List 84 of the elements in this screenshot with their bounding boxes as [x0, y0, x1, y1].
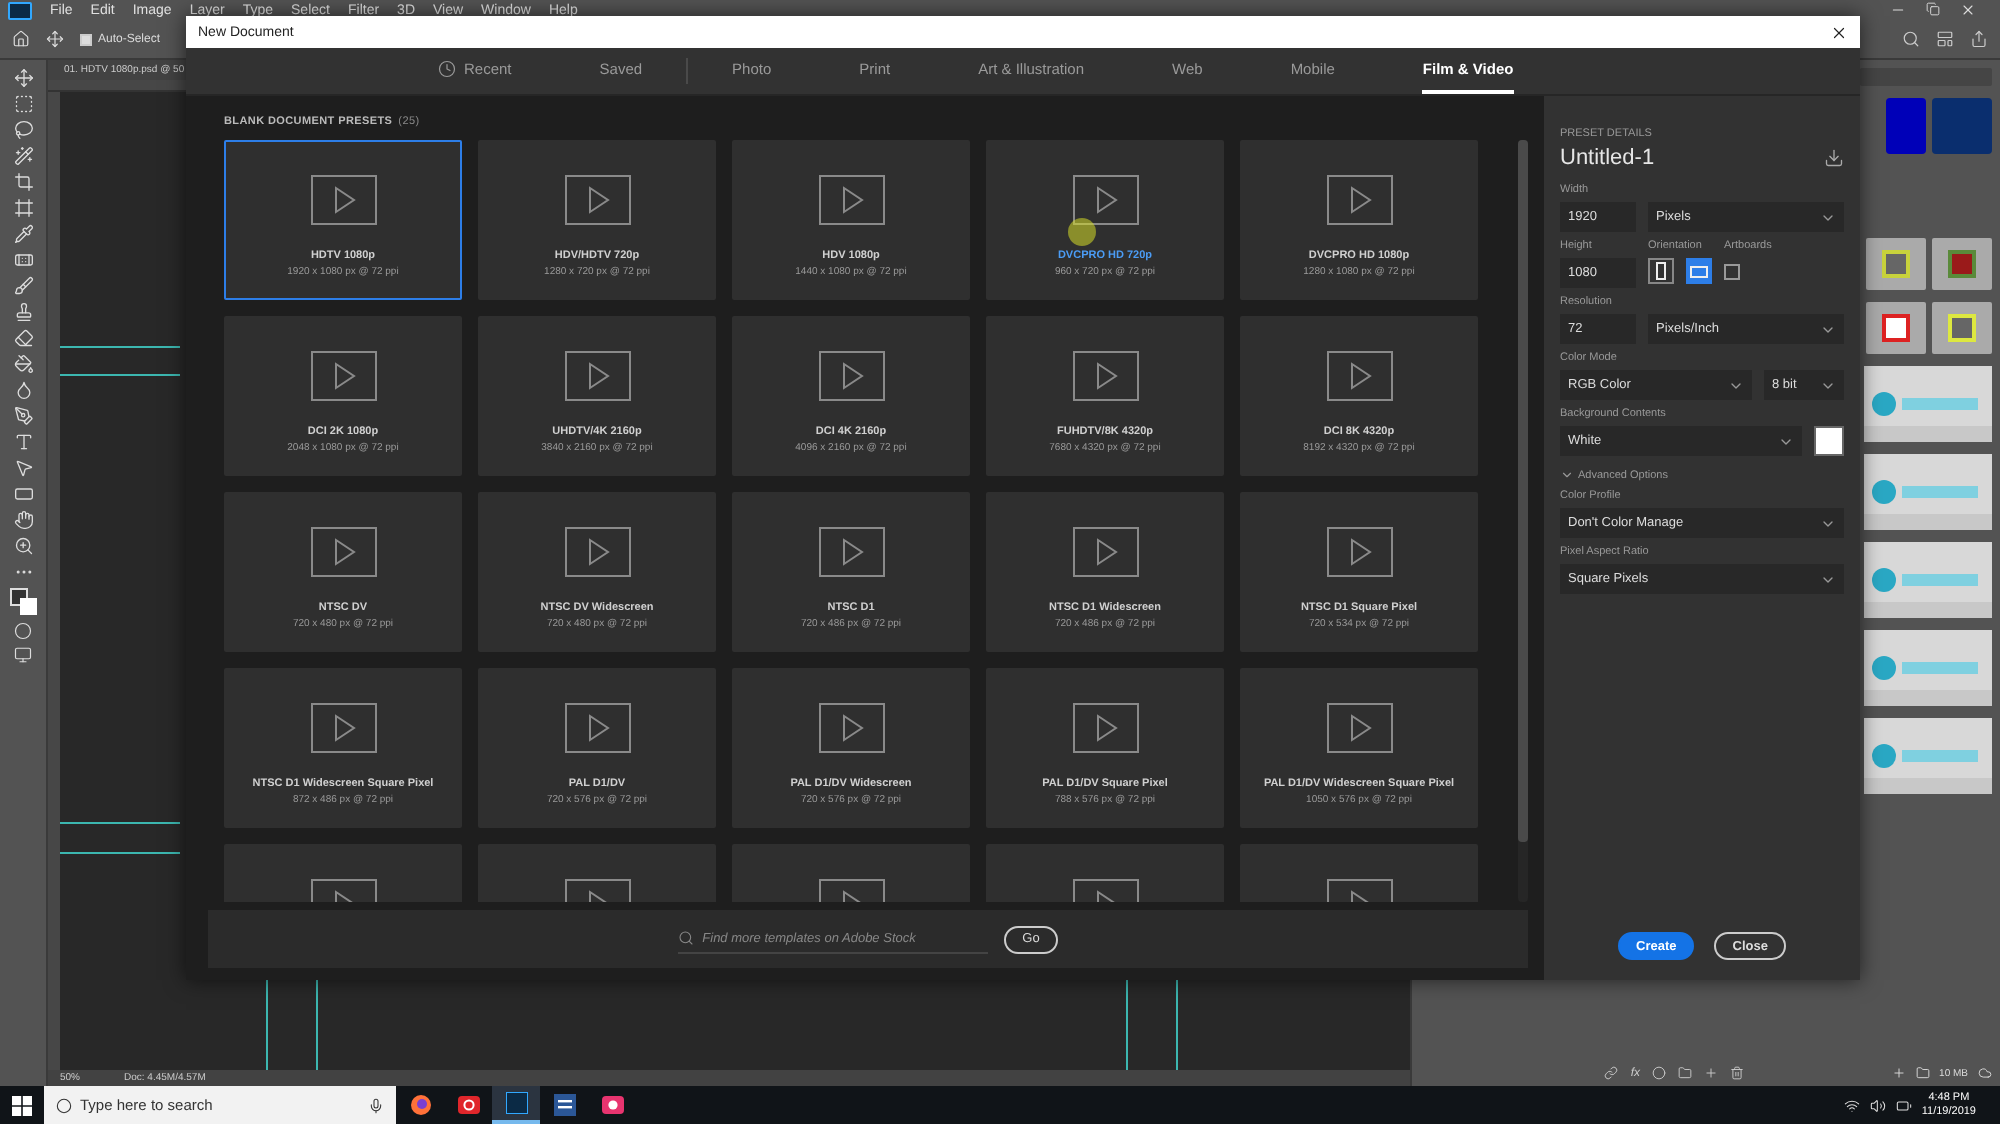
move-tool-icon[interactable]	[13, 68, 33, 88]
swatch[interactable]	[1886, 98, 1926, 154]
healing-tool-icon[interactable]	[13, 250, 33, 270]
video-icon	[309, 350, 377, 402]
photoshop-taskbar-icon[interactable]	[492, 1086, 540, 1124]
wand-tool-icon[interactable]	[13, 146, 33, 166]
home-icon[interactable]	[12, 30, 30, 48]
save-preset-icon[interactable]	[1824, 148, 1844, 168]
video-icon	[1071, 350, 1139, 402]
trash-icon[interactable]	[1730, 1066, 1744, 1080]
clock-icon	[438, 60, 456, 78]
swatch[interactable]	[1932, 98, 1992, 154]
video-icon	[563, 526, 631, 578]
windows-start-icon[interactable]	[12, 1095, 32, 1115]
search-icon	[678, 930, 695, 946]
chevron-icon	[1560, 468, 1574, 482]
volume-icon[interactable]	[1869, 1097, 1886, 1113]
video-icon	[1325, 174, 1393, 226]
video-icon	[1071, 702, 1139, 754]
video-icon	[563, 702, 631, 754]
video-icon	[563, 174, 631, 226]
video-icon	[1325, 526, 1393, 578]
video-icon	[817, 174, 885, 226]
video-icon	[309, 174, 377, 226]
video-icon	[817, 702, 885, 754]
video-icon	[309, 526, 377, 578]
brush-tool-icon[interactable]	[13, 276, 33, 296]
hand-tool-icon[interactable]	[13, 510, 33, 530]
network-icon[interactable]	[1843, 1097, 1860, 1113]
eraser-tool-icon[interactable]	[13, 328, 33, 348]
cursor-highlight-icon	[1068, 218, 1096, 246]
style-swatch[interactable]	[1932, 302, 1992, 354]
move-icon[interactable]	[46, 30, 64, 48]
marquee-tool-icon[interactable]	[13, 94, 33, 114]
pen-tool-icon[interactable]	[13, 406, 33, 426]
video-icon	[817, 526, 885, 578]
search-icon[interactable]	[1902, 30, 1920, 48]
folder-icon[interactable]	[1915, 1066, 1930, 1080]
quick-mask-icon[interactable]	[14, 622, 32, 640]
crop-tool-icon[interactable]	[13, 172, 33, 192]
portrait-button[interactable]	[1648, 258, 1674, 284]
style-swatch[interactable]	[1866, 238, 1926, 290]
video-icon	[1071, 174, 1139, 226]
battery-icon[interactable]	[1895, 1097, 1912, 1113]
search-circle-icon	[56, 1097, 72, 1113]
video-icon	[309, 702, 377, 754]
add-icon[interactable]	[1891, 1066, 1906, 1080]
landscape-button[interactable]	[1686, 258, 1712, 284]
video-icon	[1325, 702, 1393, 754]
link-icon[interactable]	[1604, 1066, 1619, 1080]
microphone-icon	[368, 1097, 384, 1113]
type-tool-icon[interactable]	[13, 432, 33, 452]
cloud-icon[interactable]	[1978, 1066, 1992, 1080]
restore-icon[interactable]	[1926, 2, 1940, 16]
video-icon	[1071, 526, 1139, 578]
artboards-checkbox[interactable]	[1724, 264, 1740, 280]
background-color-swatch[interactable]	[1814, 426, 1844, 456]
bucket-tool-icon[interactable]	[13, 354, 33, 374]
zoom-tool-icon[interactable]	[13, 536, 33, 556]
rectangle-tool-icon[interactable]	[13, 484, 33, 504]
pointer-tool-icon[interactable]	[13, 458, 33, 478]
drop-tool-icon[interactable]	[13, 380, 33, 400]
scrollbar[interactable]	[1518, 140, 1528, 902]
mask-icon[interactable]	[1652, 1066, 1666, 1080]
document-name-field[interactable]: Untitled-1	[1560, 146, 1655, 170]
lasso-tool-icon[interactable]	[13, 120, 33, 140]
landscape-icon	[1690, 265, 1708, 277]
auto-select-checkbox[interactable]	[80, 33, 92, 45]
app-logo-icon	[8, 1, 32, 19]
folder-icon[interactable]	[1678, 1066, 1692, 1080]
screen-mode-icon[interactable]	[14, 646, 32, 664]
portrait-icon	[1656, 262, 1666, 280]
video-icon	[817, 350, 885, 402]
style-swatch[interactable]	[1932, 238, 1992, 290]
style-swatch[interactable]	[1866, 302, 1926, 354]
stamp-tool-icon[interactable]	[13, 302, 33, 322]
frame-tool-icon[interactable]	[13, 198, 33, 218]
video-icon	[563, 350, 631, 402]
share-icon[interactable]	[1970, 30, 1988, 48]
color-swatches-icon[interactable]	[9, 588, 37, 616]
close-icon[interactable]	[1830, 23, 1848, 41]
video-icon	[1325, 350, 1393, 402]
workspace-icon[interactable]	[1936, 30, 1954, 48]
eyedropper-tool-icon[interactable]	[13, 224, 33, 244]
